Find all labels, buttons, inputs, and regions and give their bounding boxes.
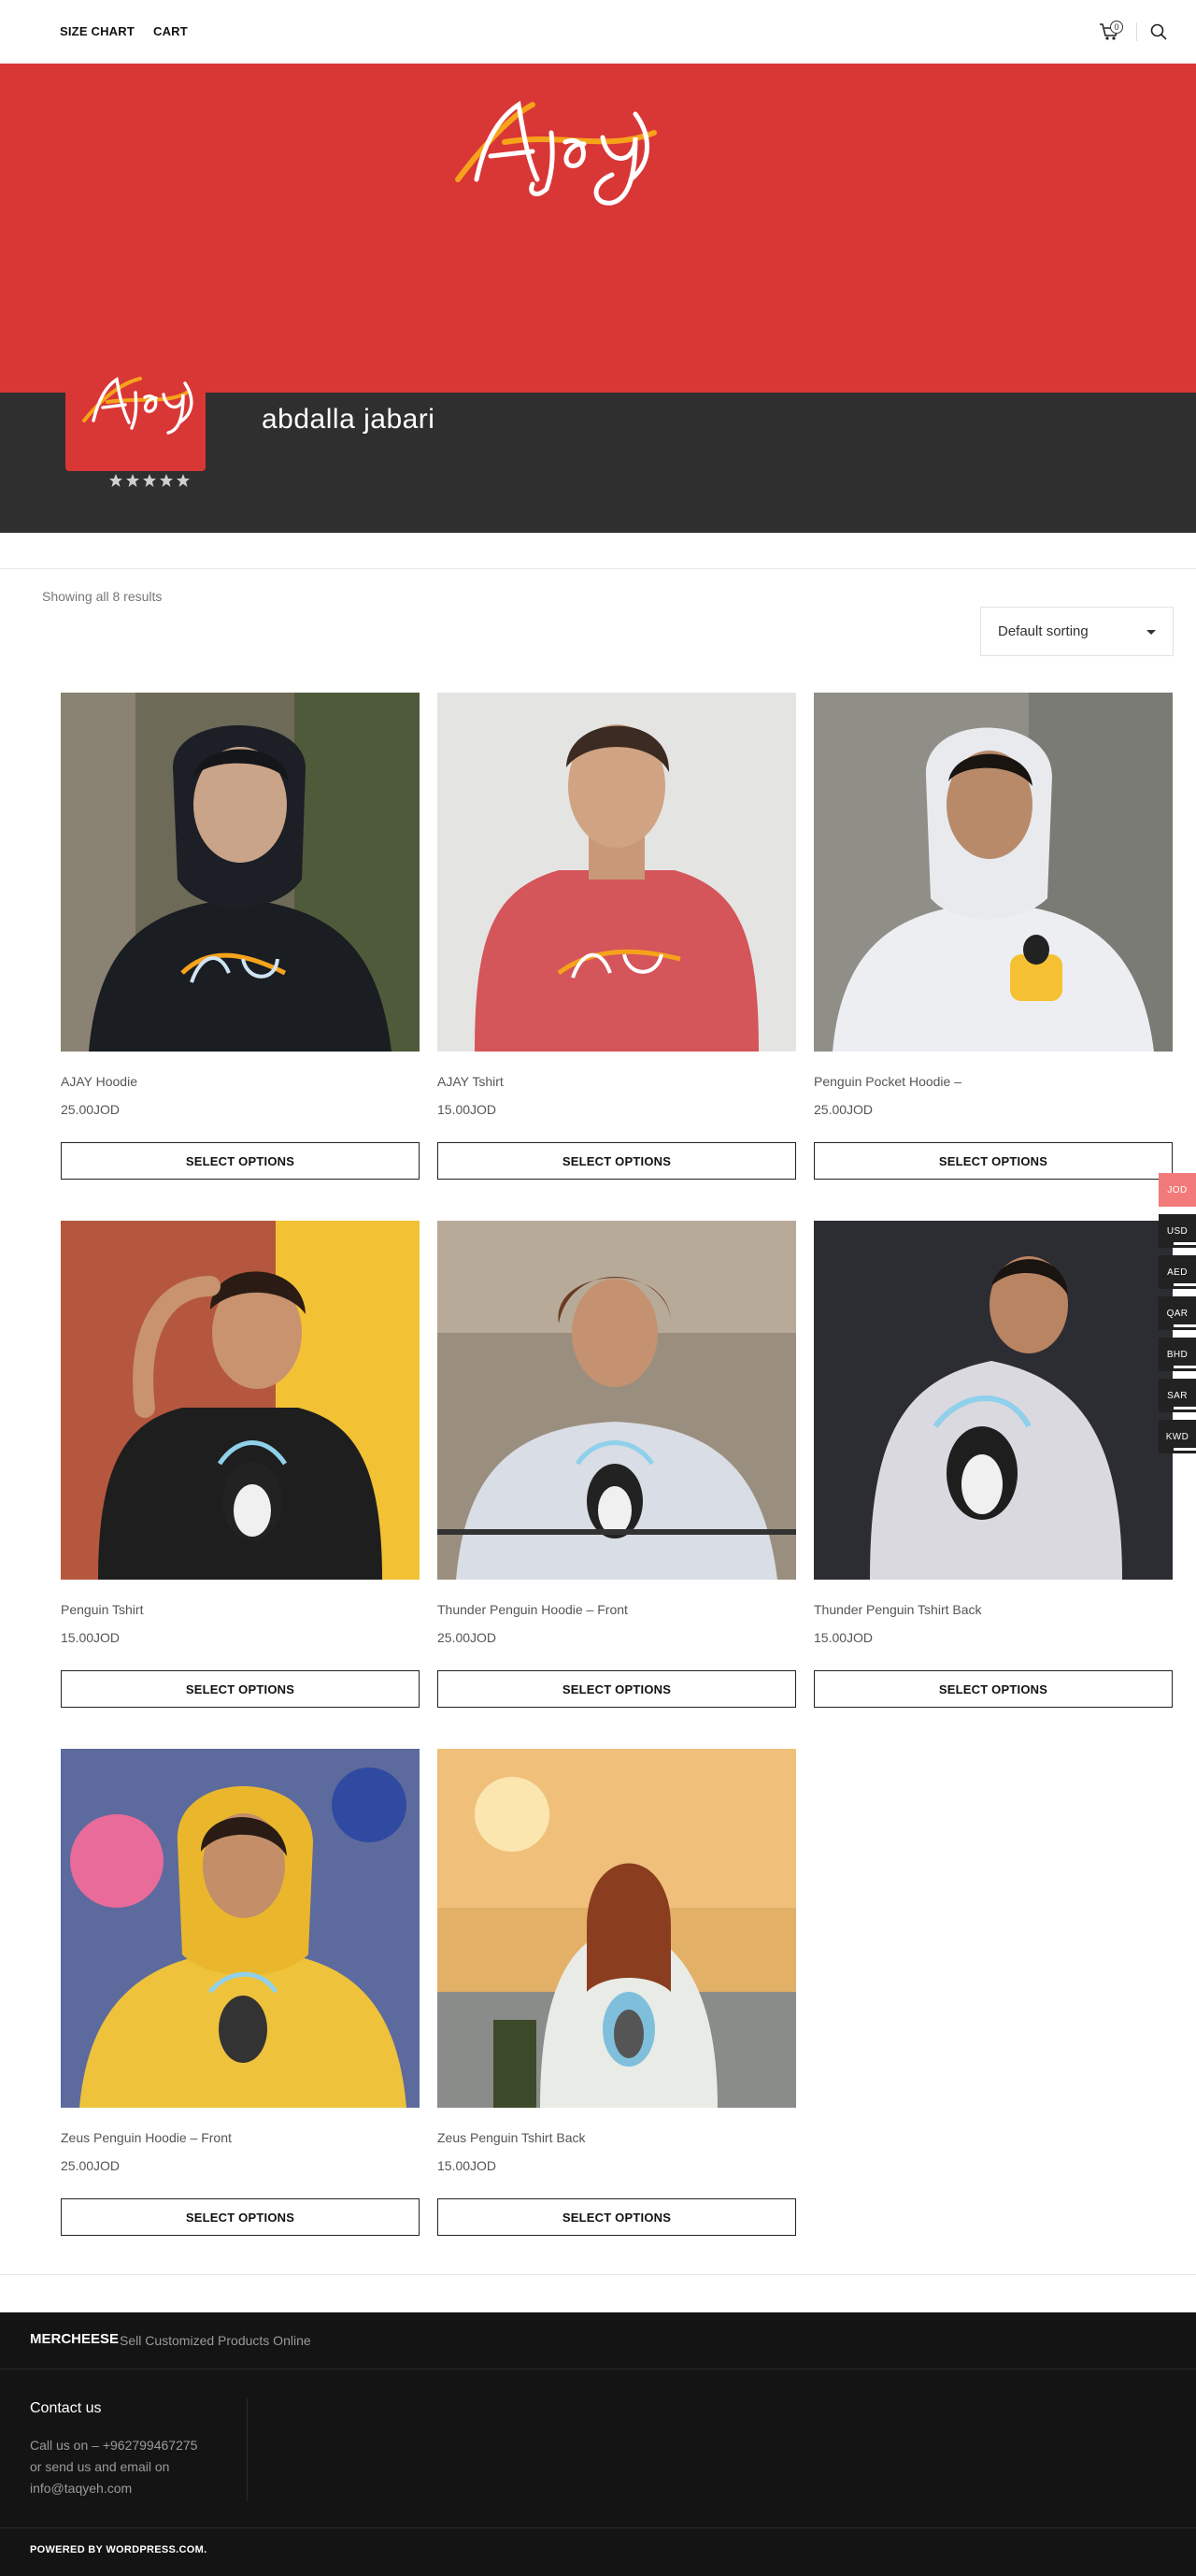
footer-column-divider [247, 2398, 248, 2501]
contact-title: Contact us [30, 2400, 102, 2416]
product-image[interactable] [61, 1221, 420, 1580]
select-options-button[interactable]: SELECT OPTIONS [61, 2198, 420, 2236]
tshirt-back-photo [814, 1221, 1173, 1580]
currency-aed[interactable]: AED [1159, 1255, 1196, 1289]
currency-qar[interactable]: QAR [1159, 1296, 1196, 1330]
footer-line [0, 2368, 1196, 2369]
product-image[interactable] [61, 693, 420, 1052]
product-title[interactable]: AJAY Tshirt [437, 1074, 504, 1089]
select-options-button[interactable]: SELECT OPTIONS [61, 1670, 420, 1708]
nav-cart[interactable]: CART [153, 24, 188, 38]
currency-bhd[interactable]: BHD [1159, 1338, 1196, 1371]
product-image[interactable] [61, 1749, 420, 2108]
cart-count-badge: 0 [1110, 21, 1123, 34]
select-options-button[interactable]: SELECT OPTIONS [814, 1670, 1173, 1708]
currency-tick [1174, 1407, 1196, 1410]
currency-tick [1174, 1366, 1196, 1368]
search-icon[interactable] [1149, 22, 1168, 41]
nav-size-chart[interactable]: SIZE CHART [60, 24, 135, 38]
product-title[interactable]: Penguin Tshirt [61, 1602, 143, 1617]
store-rating [108, 473, 191, 488]
product-image[interactable] [437, 1749, 796, 2108]
currency-usd[interactable]: USD [1159, 1214, 1196, 1248]
footer-brand[interactable]: MERCHEESE [30, 2331, 119, 2347]
hoodie-photo [814, 693, 1173, 1052]
main-nav: SIZE CHART CART [60, 24, 188, 38]
sort-label: Default sorting [998, 623, 1089, 639]
store-banner [0, 64, 1196, 393]
product-image[interactable] [814, 1221, 1173, 1580]
star-icon [160, 474, 173, 487]
footer-tagline: Sell Customized Products Online [120, 2333, 311, 2348]
hoodie-photo [61, 693, 420, 1052]
results-count: Showing all 8 results [42, 589, 163, 604]
currency-tick [1174, 1448, 1196, 1451]
select-options-button[interactable]: SELECT OPTIONS [437, 1670, 796, 1708]
sort-dropdown[interactable]: Default sorting [980, 607, 1174, 656]
store-name: abdalla jabari [262, 404, 435, 435]
hoodie-photo [61, 1749, 420, 2108]
product-card: Zeus Penguin Tshirt Back 15.00JOD SELECT… [437, 1749, 796, 2236]
footer-line [0, 2527, 1196, 2528]
store-avatar [65, 346, 206, 471]
product-price: 25.00JOD [61, 1102, 121, 1117]
currency-tick [1174, 1242, 1196, 1245]
contact-phone: Call us on – +962799467275 [30, 2438, 198, 2453]
footer-divider [0, 2274, 1196, 2275]
product-card: Thunder Penguin Hoodie – Front 25.00JOD … [437, 1221, 796, 1708]
tshirt-photo [61, 1221, 420, 1580]
product-title[interactable]: Zeus Penguin Hoodie – Front [61, 2130, 232, 2145]
currency-jod[interactable]: JOD [1159, 1173, 1196, 1207]
header-divider [1136, 22, 1137, 41]
select-options-button[interactable]: SELECT OPTIONS [437, 1142, 796, 1180]
product-card: Penguin Tshirt 15.00JOD SELECT OPTIONS [61, 1221, 420, 1708]
product-card: AJAY Tshirt 15.00JOD SELECT OPTIONS [437, 693, 796, 1180]
select-options-button[interactable]: SELECT OPTIONS [437, 2198, 796, 2236]
top-header: SIZE CHART CART 0 [0, 0, 1196, 64]
site-footer: MERCHEESE Sell Customized Products Onlin… [0, 2312, 1196, 2576]
tshirt-photo [437, 693, 796, 1052]
product-card: Penguin Pocket Hoodie – 25.00JOD SELECT … [814, 693, 1173, 1180]
product-title[interactable]: Thunder Penguin Tshirt Back [814, 1602, 982, 1617]
chevron-down-icon [1146, 630, 1156, 635]
select-options-button[interactable]: SELECT OPTIONS [814, 1142, 1173, 1180]
currency-kwd[interactable]: KWD [1159, 1420, 1196, 1453]
currency-sar[interactable]: SAR [1159, 1379, 1196, 1412]
star-icon [109, 474, 122, 487]
contact-text: or send us and email on [30, 2459, 170, 2474]
currency-tick [1174, 1324, 1196, 1327]
product-title[interactable]: AJAY Hoodie [61, 1074, 137, 1089]
hoodie-photo [437, 1221, 796, 1580]
product-price: 25.00JOD [814, 1102, 874, 1117]
product-title[interactable]: Thunder Penguin Hoodie – Front [437, 1602, 628, 1617]
product-card: AJAY Hoodie 25.00JOD SELECT OPTIONS [61, 693, 420, 1180]
product-image[interactable] [437, 693, 796, 1052]
product-price: 15.00JOD [61, 1630, 121, 1645]
contact-email[interactable]: info@taqyeh.com [30, 2481, 132, 2496]
star-icon [143, 474, 156, 487]
product-price: 25.00JOD [61, 2158, 121, 2173]
star-icon [126, 474, 139, 487]
product-price: 15.00JOD [814, 1630, 874, 1645]
store-logo-banner [455, 100, 657, 206]
select-options-button[interactable]: SELECT OPTIONS [61, 1142, 420, 1180]
currency-tick [1174, 1283, 1196, 1286]
section-divider [0, 568, 1196, 569]
tshirt-back-photo [437, 1749, 796, 2108]
product-price: 15.00JOD [437, 2158, 497, 2173]
product-title[interactable]: Zeus Penguin Tshirt Back [437, 2130, 586, 2145]
product-price: 25.00JOD [437, 1630, 497, 1645]
store-logo-small [82, 377, 193, 435]
powered-by-link[interactable]: POWERED BY WORDPRESS.COM. [30, 2544, 206, 2555]
product-card: Thunder Penguin Tshirt Back 15.00JOD SEL… [814, 1221, 1173, 1708]
product-price: 15.00JOD [437, 1102, 497, 1117]
product-image[interactable] [437, 1221, 796, 1580]
star-icon [177, 474, 190, 487]
product-image[interactable] [814, 693, 1173, 1052]
product-title[interactable]: Penguin Pocket Hoodie – [814, 1074, 961, 1089]
product-card: Zeus Penguin Hoodie – Front 25.00JOD SEL… [61, 1749, 420, 2236]
